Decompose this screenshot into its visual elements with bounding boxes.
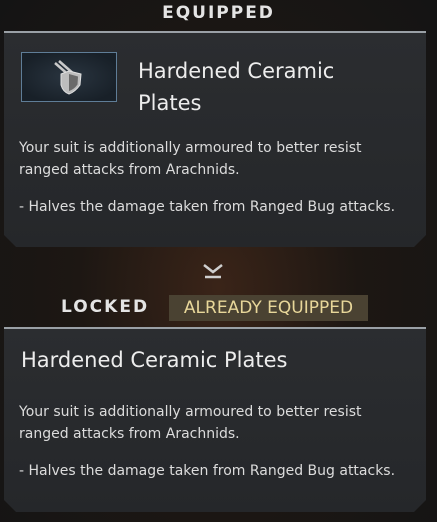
perk-description-line1: Your suit is additionally armoured to be…	[19, 140, 362, 156]
perk-title-line2: Plates	[138, 91, 202, 115]
perk-icon-frame	[21, 52, 117, 102]
locked-status-row: LOCKED ALREADY EQUIPPED	[0, 295, 437, 321]
equipped-header: EQUIPPED	[162, 3, 275, 23]
locked-perk-description-line2: ranged attacks from Arachnids.	[19, 426, 240, 442]
perk-effect-bullet: - Halves the damage taken from Ranged Bu…	[19, 199, 396, 215]
already-equipped-badge: ALREADY EQUIPPED	[169, 295, 368, 321]
chevron-down-icon	[203, 264, 223, 279]
perk-description-line2: ranged attacks from Arachnids.	[19, 162, 240, 178]
locked-perk-description: Your suit is additionally armoured to be…	[19, 401, 419, 445]
perk-title: Hardened Ceramic Plates	[138, 55, 408, 119]
perk-title-line1: Hardened Ceramic	[138, 59, 335, 83]
locked-perk-effect-bullet: - Halves the damage taken from Ranged Bu…	[19, 463, 396, 479]
perk-description: Your suit is additionally armoured to be…	[19, 137, 419, 181]
locked-label: LOCKED	[61, 297, 150, 317]
locked-perk-title: Hardened Ceramic Plates	[21, 348, 288, 372]
equipped-perk-card[interactable]: Hardened Ceramic Plates Your suit is add…	[4, 31, 426, 247]
shield-with-swords-icon	[49, 57, 89, 97]
locked-perk-card[interactable]: Hardened Ceramic Plates Your suit is add…	[4, 327, 426, 512]
locked-perk-description-line1: Your suit is additionally armoured to be…	[19, 404, 362, 420]
